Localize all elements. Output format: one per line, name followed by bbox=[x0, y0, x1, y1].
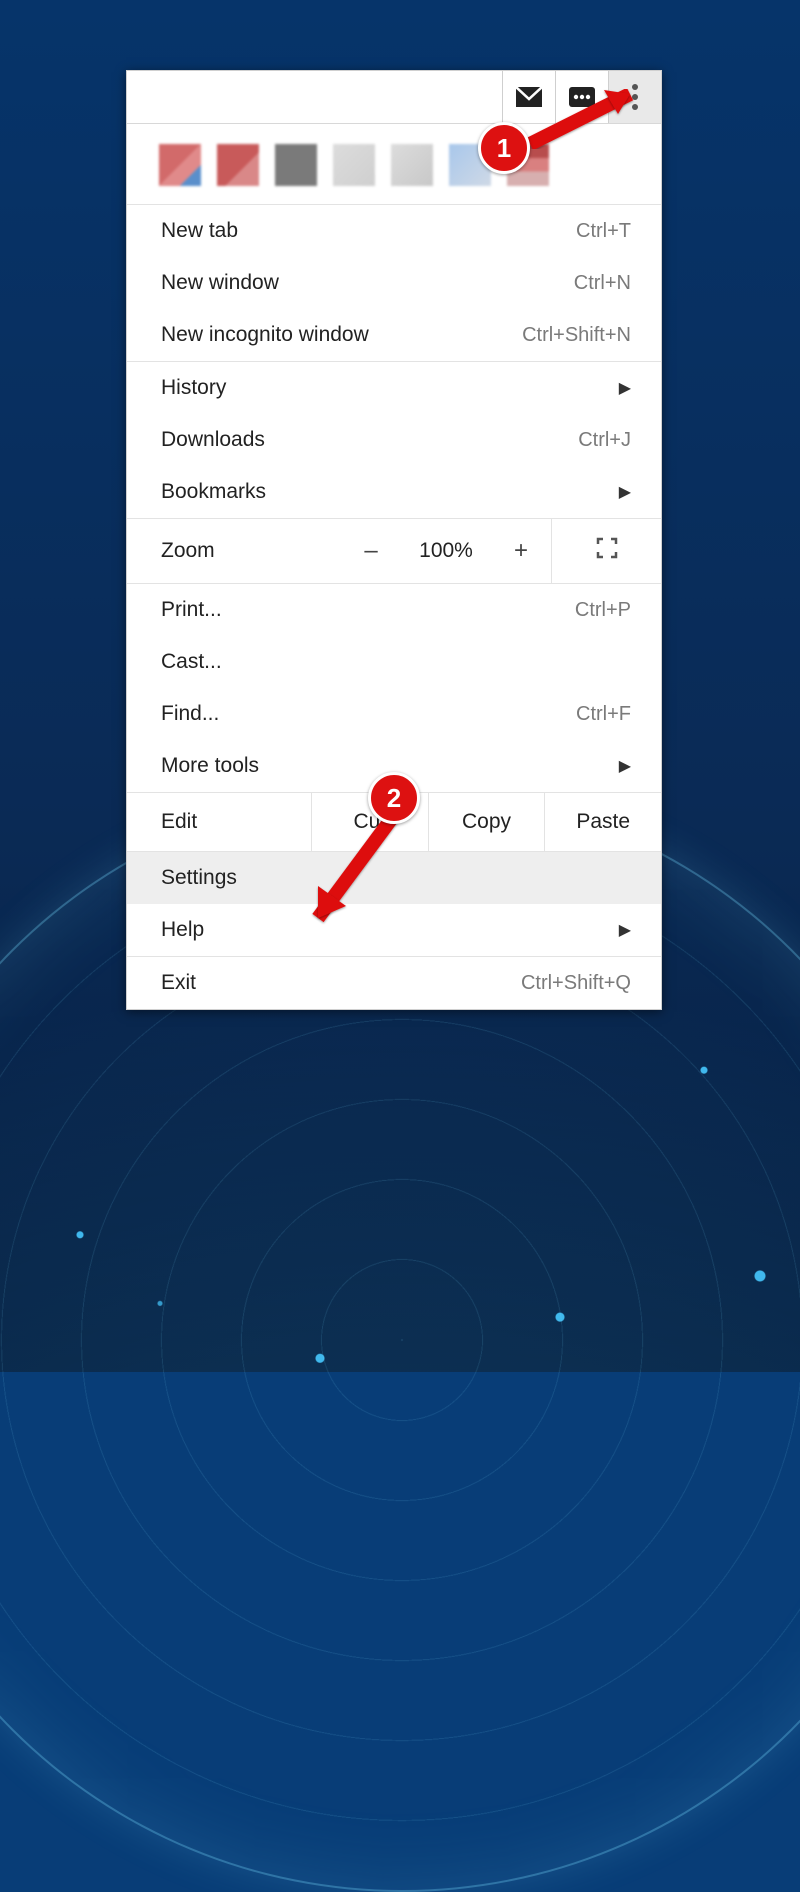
menu-item-exit[interactable]: Exit Ctrl+Shift+Q bbox=[127, 957, 661, 1009]
menu-label: New tab bbox=[161, 219, 238, 243]
chrome-main-menu: New tab Ctrl+T New window Ctrl+N New inc… bbox=[127, 205, 661, 1009]
profile-avatar[interactable] bbox=[159, 144, 201, 186]
edit-paste-button[interactable]: Paste bbox=[544, 793, 661, 851]
menu-shortcut: Ctrl+T bbox=[576, 220, 631, 243]
menu-item-new-incognito[interactable]: New incognito window Ctrl+Shift+N bbox=[127, 309, 661, 361]
menu-shortcut: Ctrl+J bbox=[578, 429, 631, 452]
edit-cut-button[interactable]: Cut bbox=[311, 793, 428, 851]
zoom-value: 100% bbox=[401, 519, 491, 583]
menu-label: New incognito window bbox=[161, 323, 369, 347]
menu-label: Print... bbox=[161, 598, 222, 622]
menu-item-help[interactable]: Help ▶ bbox=[127, 904, 661, 956]
profile-avatar[interactable] bbox=[507, 144, 549, 186]
profile-avatar[interactable] bbox=[275, 144, 317, 186]
menu-item-history[interactable]: History ▶ bbox=[127, 362, 661, 414]
menu-item-new-tab[interactable]: New tab Ctrl+T bbox=[127, 205, 661, 257]
chrome-menu-button[interactable] bbox=[609, 71, 661, 123]
menu-shortcut: Ctrl+Shift+Q bbox=[521, 972, 631, 995]
more-vert-icon bbox=[631, 83, 639, 111]
zoom-out-button[interactable]: – bbox=[341, 519, 401, 583]
password-icon bbox=[569, 87, 595, 107]
zoom-in-button[interactable]: + bbox=[491, 519, 551, 583]
submenu-arrow-icon: ▶ bbox=[619, 378, 631, 398]
fullscreen-button[interactable] bbox=[551, 519, 661, 583]
menu-label: Settings bbox=[161, 866, 237, 890]
fullscreen-icon bbox=[595, 536, 619, 566]
profile-avatar[interactable] bbox=[217, 144, 259, 186]
menu-shortcut: Ctrl+N bbox=[574, 272, 631, 295]
menu-label: History bbox=[161, 376, 226, 400]
menu-item-downloads[interactable]: Downloads Ctrl+J bbox=[127, 414, 661, 466]
zoom-label: Zoom bbox=[127, 519, 341, 583]
menu-label: Exit bbox=[161, 971, 196, 995]
profile-avatar[interactable] bbox=[449, 144, 491, 186]
menu-label: Downloads bbox=[161, 428, 265, 452]
browser-toolbar bbox=[127, 71, 661, 124]
menu-shortcut: Ctrl+Shift+N bbox=[522, 324, 631, 347]
menu-label: New window bbox=[161, 271, 279, 295]
edit-label: Edit bbox=[127, 793, 311, 851]
profile-row bbox=[127, 124, 661, 205]
menu-label: Find... bbox=[161, 702, 219, 726]
menu-label: More tools bbox=[161, 754, 259, 778]
menu-item-print[interactable]: Print... Ctrl+P bbox=[127, 584, 661, 636]
mail-icon bbox=[516, 87, 542, 107]
profile-avatar[interactable] bbox=[333, 144, 375, 186]
menu-item-bookmarks[interactable]: Bookmarks ▶ bbox=[127, 466, 661, 518]
menu-shortcut: Ctrl+F bbox=[576, 703, 631, 726]
profile-avatar[interactable] bbox=[391, 144, 433, 186]
mail-extension-button[interactable] bbox=[503, 71, 556, 123]
address-bar-area[interactable] bbox=[127, 71, 503, 123]
edit-copy-button[interactable]: Copy bbox=[428, 793, 545, 851]
chrome-menu-window: New tab Ctrl+T New window Ctrl+N New inc… bbox=[126, 70, 662, 1010]
password-extension-button[interactable] bbox=[556, 71, 609, 123]
menu-item-settings[interactable]: Settings bbox=[127, 852, 661, 904]
menu-item-new-window[interactable]: New window Ctrl+N bbox=[127, 257, 661, 309]
menu-label: Bookmarks bbox=[161, 480, 266, 504]
menu-item-cast[interactable]: Cast... bbox=[127, 636, 661, 688]
menu-shortcut: Ctrl+P bbox=[575, 599, 631, 622]
submenu-arrow-icon: ▶ bbox=[619, 920, 631, 940]
submenu-arrow-icon: ▶ bbox=[619, 482, 631, 502]
menu-item-zoom: Zoom – 100% + bbox=[127, 519, 661, 584]
menu-label: Cast... bbox=[161, 650, 222, 674]
menu-item-edit: Edit Cut Copy Paste bbox=[127, 793, 661, 852]
menu-label: Help bbox=[161, 918, 204, 942]
submenu-arrow-icon: ▶ bbox=[619, 756, 631, 776]
menu-item-find[interactable]: Find... Ctrl+F bbox=[127, 688, 661, 740]
menu-item-more-tools[interactable]: More tools ▶ bbox=[127, 740, 661, 792]
